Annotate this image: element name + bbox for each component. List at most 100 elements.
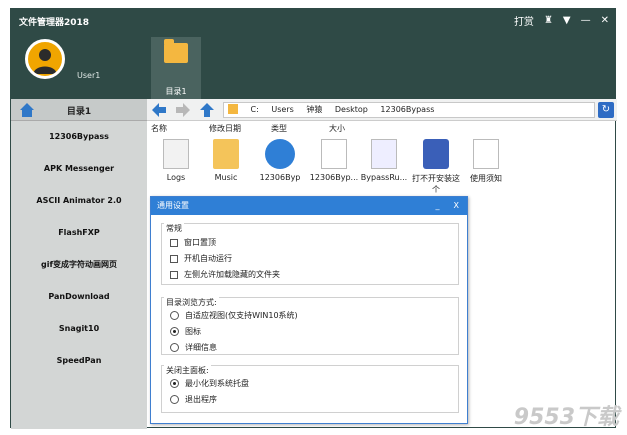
up-arrow-icon[interactable]: [199, 102, 215, 118]
sidebar-item-speedpan[interactable]: SpeedPan: [11, 345, 147, 377]
file-item[interactable]: Logs: [151, 137, 201, 182]
always-on-top-option[interactable]: 窗口置顶: [170, 237, 216, 248]
avatar[interactable]: [25, 39, 65, 79]
file-label: 12306Byp...: [309, 173, 359, 182]
menu-icon[interactable]: ▼: [563, 15, 571, 26]
file-label: 12306Byp: [259, 173, 301, 182]
dialog-title-bar: 通用设置 _ X: [151, 197, 467, 215]
shirt-icon[interactable]: ♜: [544, 15, 553, 26]
sidebar-item-12306bypass[interactable]: 12306Bypass: [11, 121, 147, 153]
option-label: 最小化到系统托盘: [185, 379, 249, 388]
column-name[interactable]: 名称: [151, 123, 167, 134]
group-title: 目录浏览方式:: [164, 297, 219, 308]
column-type[interactable]: 类型: [271, 123, 287, 134]
sidebar-item-gif-tool[interactable]: gif变成字符动画网页: [11, 249, 147, 281]
folder-icon: [163, 139, 189, 169]
column-size[interactable]: 大小: [329, 123, 345, 134]
folder-icon: [164, 39, 188, 63]
folder-icon: [213, 139, 239, 169]
radio[interactable]: [170, 379, 179, 388]
file-label: 使用须知: [470, 174, 502, 183]
username: User1: [77, 71, 101, 80]
watermark: 9553下载: [513, 405, 619, 430]
path-segment[interactable]: Users: [271, 103, 293, 117]
title-bar: 文件管理器2018 打赏 ♜ ▼ — ✕ User1 目录1: [11, 9, 615, 99]
file-item[interactable]: Music: [201, 137, 251, 182]
option-label: 开机自动运行: [184, 254, 232, 263]
path-segment[interactable]: 12306Bypass: [380, 103, 434, 117]
user-icon: [33, 49, 57, 74]
file-item[interactable]: 12306Byp...: [309, 137, 359, 182]
details-view-option[interactable]: 详细信息: [170, 342, 217, 353]
file-item[interactable]: 打不开安装这个: [411, 137, 461, 195]
exit-program-option[interactable]: 退出程序: [170, 394, 217, 405]
radio[interactable]: [170, 327, 179, 336]
option-label: 左侧允许加载隐藏的文件夹: [184, 270, 280, 279]
minimize-icon[interactable]: —: [581, 15, 591, 26]
checkbox[interactable]: [170, 238, 178, 247]
app-title: 文件管理器2018: [19, 18, 90, 28]
group-title: 常规: [164, 223, 184, 234]
general-group: 常规 窗口置顶 开机自动运行 左侧允许加载隐藏的文件夹: [161, 223, 459, 285]
toolbar: C: Users 钟猿 Desktop 12306Bypass ↻: [147, 99, 617, 121]
sidebar-item-pandownload[interactable]: PanDownload: [11, 281, 147, 313]
autostart-option[interactable]: 开机自动运行: [170, 253, 232, 264]
sidebar-header: 目录1: [11, 99, 147, 121]
browse-mode-group: 目录浏览方式: 自适应视图(仅支持WIN10系统) 图标 详细信息: [161, 297, 459, 355]
option-label: 退出程序: [185, 395, 217, 404]
path-segment[interactable]: Desktop: [335, 103, 368, 117]
file-label: Music: [214, 173, 238, 182]
globe-icon: [265, 139, 295, 169]
radio[interactable]: [170, 343, 179, 352]
dialog-close-button[interactable]: X: [454, 197, 459, 215]
adaptive-view-option[interactable]: 自适应视图(仅支持WIN10系统): [170, 310, 298, 321]
tab-label: 目录1: [165, 87, 187, 96]
sidebar-item-apk-messenger[interactable]: APK Messenger: [11, 153, 147, 185]
column-headers: 名称 修改日期 类型 大小: [147, 121, 617, 135]
checkbox[interactable]: [170, 270, 178, 279]
sidebar: 目录1 12306Bypass APK Messenger ASCII Anim…: [11, 99, 147, 429]
close-icon[interactable]: ✕: [601, 15, 609, 26]
gear-document-icon: [371, 139, 397, 169]
minimize-to-tray-option[interactable]: 最小化到系统托盘: [170, 378, 249, 389]
group-title: 关闭主面板:: [164, 365, 211, 376]
sidebar-item-snagit[interactable]: Snagit10: [11, 313, 147, 345]
folder-icon: [228, 104, 238, 114]
option-label: 自适应视图(仅支持WIN10系统): [185, 311, 298, 320]
sidebar-item-ascii-animator[interactable]: ASCII Animator 2.0: [11, 185, 147, 217]
path-segment[interactable]: C:: [251, 103, 259, 117]
file-item[interactable]: 12306Byp: [255, 137, 305, 182]
tab-directory1[interactable]: 目录1: [151, 37, 201, 99]
dialog-minimize-button[interactable]: _: [436, 197, 440, 215]
document-icon: [321, 139, 347, 169]
file-label: 打不开安装这个: [412, 174, 460, 194]
file-item[interactable]: BypassRu...: [359, 137, 409, 182]
column-date[interactable]: 修改日期: [209, 123, 241, 134]
settings-dialog: 通用设置 _ X 常规 窗口置顶 开机自动运行 左侧允许加载隐藏的文件夹 目录浏…: [150, 196, 468, 424]
address-bar[interactable]: C: Users 钟猿 Desktop 12306Bypass: [223, 102, 595, 118]
radio[interactable]: [170, 311, 179, 320]
icon-view-option[interactable]: 图标: [170, 326, 201, 337]
file-item[interactable]: 使用须知: [461, 137, 511, 184]
close-panel-group: 关闭主面板: 最小化到系统托盘 退出程序: [161, 365, 459, 413]
sidebar-item-flashfxp[interactable]: FlashFXP: [11, 217, 147, 249]
radio[interactable]: [170, 395, 179, 404]
back-arrow-icon[interactable]: [151, 102, 167, 118]
file-label: Logs: [166, 173, 186, 182]
option-label: 详细信息: [185, 343, 217, 352]
forward-arrow-icon[interactable]: [175, 102, 191, 118]
option-label: 图标: [185, 327, 201, 336]
file-label: BypassRu...: [360, 173, 408, 182]
dialog-title: 通用设置: [157, 201, 189, 210]
donate-button[interactable]: 打赏: [514, 13, 534, 28]
refresh-icon[interactable]: ↻: [598, 102, 614, 118]
path-segment[interactable]: 钟猿: [306, 103, 322, 117]
checkbox[interactable]: [170, 254, 178, 263]
option-label: 窗口置顶: [184, 238, 216, 247]
dialog-controls: _ X: [436, 197, 459, 215]
window-controls: 打赏 ♜ ▼ — ✕: [514, 13, 609, 28]
text-file-icon: [473, 139, 499, 169]
installer-icon: [423, 139, 449, 169]
hidden-folders-option[interactable]: 左侧允许加载隐藏的文件夹: [170, 269, 280, 280]
file-grid: Logs Music 12306Byp 12306Byp... BypassRu…: [147, 137, 617, 197]
